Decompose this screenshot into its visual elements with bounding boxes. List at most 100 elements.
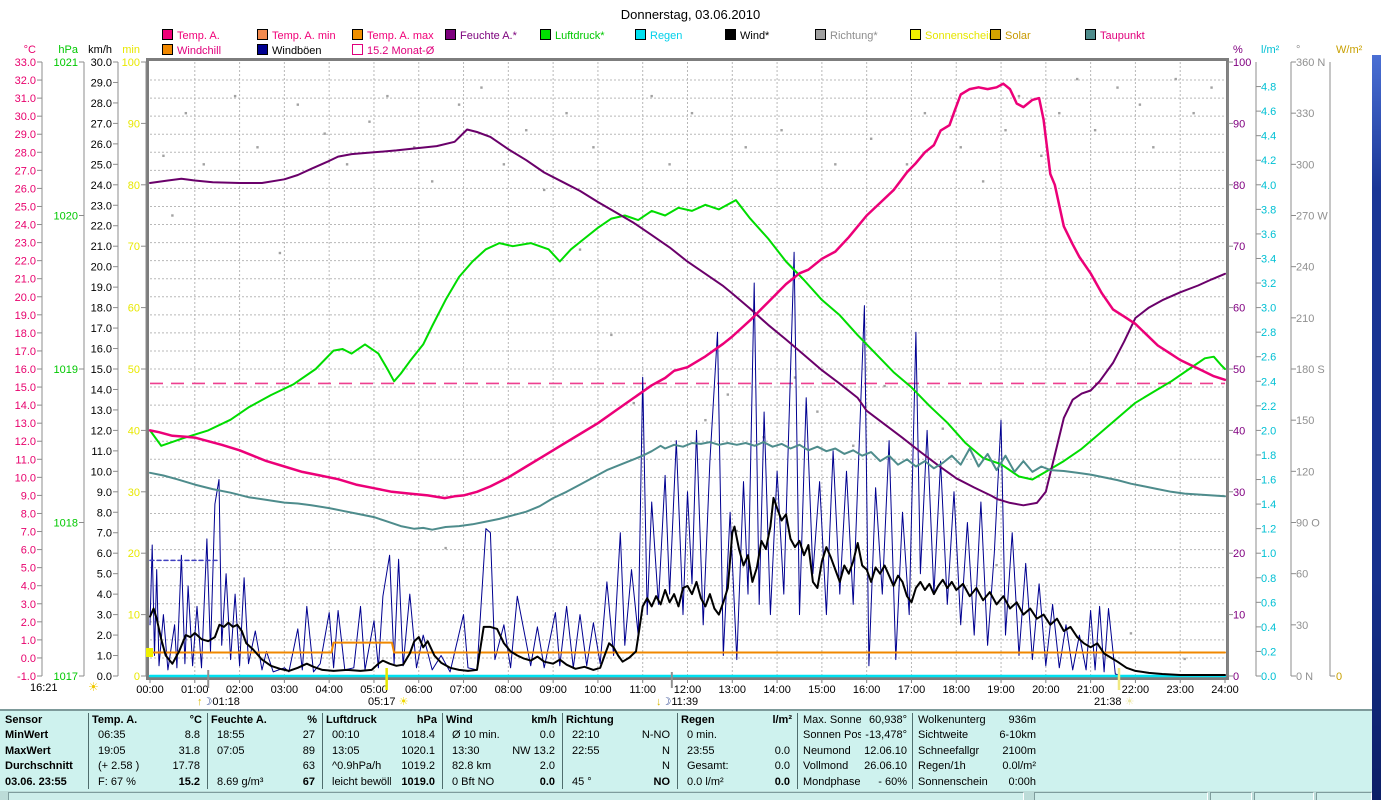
tick-label: 32.0 — [15, 75, 36, 87]
sensor-stats-table: Sensor MinWert MaxWert Durchschnitt 03.06. 2… — [0, 709, 1372, 793]
tick-label: 0 — [134, 671, 140, 683]
info-value: 6-10km — [999, 729, 1036, 742]
stat-value: 15.2 — [178, 775, 200, 788]
axis-unit-press: hPa — [58, 44, 78, 56]
info-value: 2100m — [1002, 744, 1036, 757]
tick-label: 11.0 — [91, 446, 112, 458]
tick-label: 6.0 — [97, 548, 112, 560]
hour-label: 14:00 — [763, 684, 791, 696]
tick-label: 30 — [1233, 487, 1245, 499]
tick-label: 2.6 — [1261, 352, 1276, 364]
tick-label: 330 — [1296, 108, 1314, 120]
tick-label: 14.0 — [91, 384, 112, 396]
tick-label: 4.0 — [21, 581, 36, 593]
sun-below-horizon-icon: ☀ — [1124, 696, 1135, 708]
tick-label: 12.0 — [15, 436, 36, 448]
axis-lm2: l/m² 4.8 4.6 4.4 4.2 4.0 3.8 3.6 3.4 3.2 3.0 2.8 2.6… — [1256, 44, 1280, 683]
statusbar-segment — [1210, 792, 1252, 800]
tick-label: 27.0 — [91, 118, 112, 130]
tick-label: 20 — [1233, 548, 1245, 560]
sunrise-marker: 05:17 ☀ — [368, 695, 408, 708]
tick-label: 24.0 — [91, 180, 112, 192]
hour-label: 23:00 — [1166, 684, 1194, 696]
tick-label: 3.0 — [1261, 303, 1276, 315]
tick-label: 30.0 — [91, 57, 112, 69]
tick-label: 4.2 — [1261, 155, 1276, 167]
tick-label: 1.2 — [1261, 524, 1276, 536]
tick-label: 2.0 — [1261, 425, 1276, 437]
stat-value: 0.0 — [539, 729, 555, 742]
stat-value: 0.0 — [774, 744, 790, 757]
tick-label: 33.0 — [15, 57, 36, 69]
tick-label: 7.0 — [21, 527, 36, 539]
axis-dir: °360 N 330 300 270 W 240 210 180 S 150 120 90 O 60… — [1291, 44, 1328, 683]
tick-label: 3.2 — [1261, 278, 1276, 290]
axis-unit-lm2: l/m² — [1261, 44, 1280, 56]
stat-value: 8.8 — [184, 729, 200, 742]
tick-label: 1.0 — [1261, 548, 1276, 560]
sunset-marker: 21:38 ☀ — [1094, 695, 1134, 708]
tick-label: 10.0 — [15, 472, 36, 484]
tick-label: 16.0 — [91, 344, 112, 356]
stat-value: 2.0 — [539, 760, 555, 773]
tick-label: 30 — [128, 487, 140, 499]
tick-label: 18.0 — [91, 303, 112, 315]
hour-label: 10:00 — [584, 684, 612, 696]
statusbar-segment — [1034, 792, 1208, 800]
axis-unit-temp: °C — [24, 44, 36, 56]
tick-label: 25.0 — [15, 201, 36, 213]
row-header: MaxWert — [5, 744, 51, 757]
col-unit: km/h — [531, 714, 557, 726]
tick-label: 2.4 — [1261, 376, 1276, 388]
tick-label: 100 — [1233, 57, 1251, 69]
tick-label: 60 — [1233, 303, 1245, 315]
tick-label: 0 N — [1296, 671, 1313, 683]
tick-label: 1018 — [54, 518, 78, 530]
tick-label: 1020 — [54, 211, 78, 223]
col-unit: hPa — [416, 714, 437, 726]
tick-label: 23.0 — [15, 238, 36, 250]
tick-label: 1.0 — [21, 635, 36, 647]
tick-label: 300 — [1296, 159, 1314, 171]
tick-label: 9.0 — [21, 490, 36, 502]
tick-label: 22.0 — [15, 256, 36, 268]
tick-label: 5.0 — [21, 563, 36, 575]
table-separator — [562, 713, 563, 789]
tick-label: 180 S — [1296, 364, 1325, 376]
hour-label: 04:00 — [315, 684, 343, 696]
chart-canvas: °C33.0 32.0 31.0 30.0 29.0 28.0 27.0 26.0 25.0 24… — [15, 44, 1363, 696]
axis-unit-wind: km/h — [88, 44, 112, 56]
tick-label: 80 — [128, 180, 140, 192]
tick-label: 1.8 — [1261, 450, 1276, 462]
tick-label: 1021 — [54, 57, 78, 69]
moon-icon: ☽ — [202, 696, 213, 708]
row-header: Durchschnitt — [5, 760, 73, 773]
tick-label: 9.0 — [97, 487, 112, 499]
stat-value: 1018.4 — [401, 729, 435, 742]
tick-label: 80 — [1233, 180, 1245, 192]
stat-value: 1020.1 — [401, 744, 435, 757]
tick-label: 26.0 — [91, 139, 112, 151]
weather-day-chart-window: Donnerstag, 03.06.2010 Temp. A. Temp. A. … — [0, 0, 1381, 800]
tick-label: 0 — [1336, 671, 1342, 683]
tick-label: 16.0 — [15, 364, 36, 376]
tick-label: 4.0 — [1261, 180, 1276, 192]
corner-time-label: 16:21 — [30, 682, 58, 694]
tick-label: 150 — [1296, 415, 1314, 427]
sun-icon: ☀ — [88, 680, 99, 694]
tick-label: 8.0 — [97, 507, 112, 519]
axis-unit-dir: ° — [1296, 44, 1300, 56]
hour-label: 09:00 — [539, 684, 567, 696]
moonset-marker: ↓☽11:39 — [656, 695, 698, 708]
tick-label: 30.0 — [15, 111, 36, 123]
stat-value: 1019.2 — [401, 760, 435, 773]
tick-label: 29.0 — [91, 77, 112, 89]
row-header: Sensor — [5, 714, 43, 726]
tick-label: 22.0 — [91, 221, 112, 233]
tick-label: 3.0 — [97, 610, 112, 622]
col-title: Regen — [681, 714, 715, 726]
hour-label: 07:00 — [450, 684, 478, 696]
hour-label: 06:00 — [405, 684, 433, 696]
tick-label: 7.0 — [97, 528, 112, 540]
hour-label: 17:00 — [898, 684, 926, 696]
